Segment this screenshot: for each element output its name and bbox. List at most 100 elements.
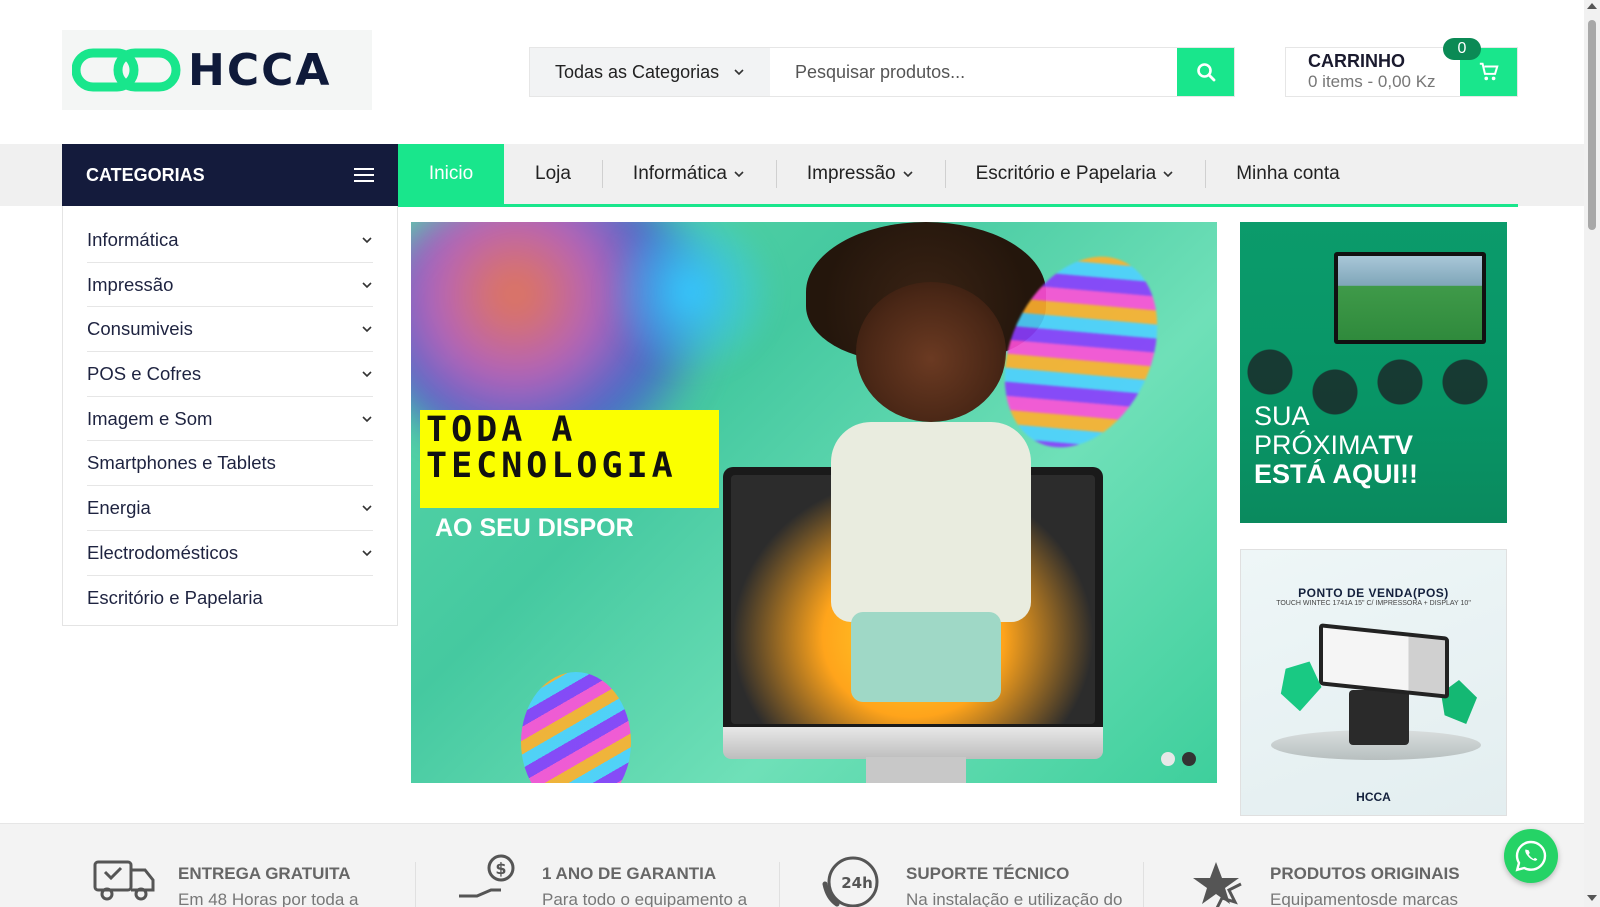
feature-divider: [415, 862, 416, 907]
feature-divider: [779, 862, 780, 907]
chevron-down-icon: [903, 171, 913, 178]
sidebar-item-label: Imagem e Som: [87, 407, 213, 429]
sidebar-item-label: Electrodomésticos: [87, 541, 239, 563]
logo-mark-icon: [72, 48, 181, 92]
promo-tv-line3: ESTÁ AQUI!!: [1254, 459, 1418, 489]
pos-terminal-screen: [1319, 623, 1449, 699]
nav-item-label: Minha conta: [1236, 163, 1340, 184]
feature-title: SUPORTE TÉCNICO: [906, 864, 1070, 883]
feature-title: 1 ANO DE GARANTIA: [542, 864, 717, 883]
nav-item-informatica[interactable]: Informática: [601, 144, 776, 204]
hamburger-icon: [354, 168, 374, 182]
sidebar-item-label: Energia: [87, 496, 151, 518]
promo-tv-line2: PRÓXIMATV: [1254, 430, 1414, 460]
cart-count-badge: 0: [1443, 38, 1481, 60]
sidebar-item-consumiveis[interactable]: Consumiveis: [87, 307, 373, 353]
sidebar-item-smartphones[interactable]: Smartphones e Tablets: [87, 441, 373, 487]
banner-monitor-chin: [723, 727, 1103, 759]
svg-text:24h: 24h: [841, 874, 873, 892]
nav-item-label: Escritório e Papelaria: [975, 163, 1157, 184]
site-logo[interactable]: HCCA: [62, 30, 372, 110]
promo-pos-title: PONTO DE VENDA(POS): [1298, 586, 1449, 600]
site-header: HCCA Todas as Categorias CARRINHO 0 item…: [0, 0, 1584, 142]
banner-child-image: [831, 422, 1031, 622]
promo-tv-image: [1334, 252, 1486, 344]
sidebar-item-impressao[interactable]: Impressão: [87, 263, 373, 308]
sidebar-item-electrodomesticos[interactable]: Electrodomésticos: [87, 531, 373, 576]
scroll-down-arrow-icon[interactable]: [1587, 895, 1597, 901]
sidebar-item-label: POS e Cofres: [87, 362, 202, 384]
promo-pos-banner[interactable]: PONTO DE VENDA(POS) TOUCH WINTEC 1741A 1…: [1240, 549, 1507, 816]
promo-tv-banner[interactable]: SUA PRÓXIMATV ESTÁ AQUI!!: [1240, 222, 1507, 523]
pos-terminal-body: [1349, 690, 1409, 745]
promo-tv-line1: SUA: [1254, 401, 1310, 431]
sidebar-item-escritorio[interactable]: Escritório e Papelaria: [87, 576, 373, 621]
whatsapp-button[interactable]: [1504, 829, 1558, 883]
sidebar-item-imagem-som[interactable]: Imagem e Som: [87, 397, 373, 442]
main-menu: Inicio Loja Informática Impressão Escrit…: [398, 144, 1371, 206]
feature-desc: Equipamentosde marcas: [1270, 890, 1459, 907]
money-hand-icon: $: [459, 854, 515, 898]
banner-title-box: TODA A TECNOLOGIA: [420, 410, 719, 508]
cart-summary: 0 items - 0,00 Kz: [1308, 72, 1436, 91]
scrollbar-thumb[interactable]: [1588, 20, 1596, 230]
chevron-down-icon[interactable]: [361, 323, 373, 335]
support-24h-icon: 24h: [822, 856, 879, 907]
banner-monitor-stand: [866, 757, 966, 783]
banner-dot-2[interactable]: [1182, 752, 1196, 766]
banner-subtitle: AO SEU DISPOR: [435, 514, 634, 542]
banner-child-image: [851, 612, 1001, 702]
feature-title: ENTREGA GRATUITA: [178, 864, 351, 883]
nav-item-escritorio[interactable]: Escritório e Papelaria: [944, 144, 1206, 204]
sidebar-item-label: Impressão: [87, 273, 174, 295]
search-button[interactable]: [1177, 48, 1234, 96]
promo-pos-logo: HCCA: [1356, 790, 1391, 804]
sidebar-item-label: Consumiveis: [87, 318, 193, 340]
nav-item-label: Inicio: [428, 163, 474, 184]
nav-item-inicio[interactable]: Inicio: [398, 144, 504, 204]
feature-title: PRODUTOS ORIGINAIS: [1270, 864, 1460, 883]
nav-item-label: Impressão: [806, 163, 896, 184]
banner-swirl-decoration: [601, 222, 781, 372]
cart-title: CARRINHO: [1308, 51, 1405, 71]
cart-widget[interactable]: CARRINHO 0 items - 0,00 Kz: [1285, 47, 1518, 97]
features-strip: ENTREGA GRATUITA Em 48 Horas por toda a …: [0, 823, 1584, 907]
chevron-down-icon[interactable]: [361, 413, 373, 425]
sidebar-item-pos-cofres[interactable]: POS e Cofres: [87, 352, 373, 397]
search-category-select[interactable]: Todas as Categorias: [530, 48, 770, 96]
chevron-down-icon: [734, 171, 744, 178]
chevron-down-icon[interactable]: [361, 279, 373, 291]
chevron-down-icon[interactable]: [361, 368, 373, 380]
sidebar-item-energia[interactable]: Energia: [87, 486, 373, 531]
feature-desc: Para todo o equipamento a: [542, 890, 748, 907]
banner-title-line1: TODA A: [426, 410, 577, 450]
chevron-down-icon[interactable]: [361, 547, 373, 559]
logo-text: HCCA: [188, 44, 332, 96]
banner-title-line2: TECNOLOGIA: [426, 446, 677, 486]
chevron-down-icon[interactable]: [361, 234, 373, 246]
sidebar-item-label: Informática: [87, 228, 179, 250]
banner-coil-decoration: [521, 672, 631, 783]
nav-item-label: Loja: [535, 163, 571, 184]
category-sidebar: Informática Impressão Consumiveis POS e …: [62, 206, 398, 626]
banner-child-image: [856, 282, 1006, 422]
categories-header[interactable]: CATEGORIAS: [62, 144, 398, 206]
cart-icon: [1479, 62, 1499, 81]
search-input[interactable]: [770, 48, 1177, 96]
hero-banner[interactable]: TODA A TECNOLOGIA AO SEU DISPOR: [411, 222, 1217, 783]
nav-item-minha-conta[interactable]: Minha conta: [1205, 144, 1371, 204]
whatsapp-icon: [1515, 840, 1547, 872]
search-bar: Todas as Categorias: [529, 47, 1235, 97]
chevron-down-icon[interactable]: [361, 502, 373, 514]
promo-tv-text: SUA PRÓXIMATV ESTÁ AQUI!!: [1254, 402, 1418, 489]
scroll-up-arrow-icon[interactable]: [1587, 3, 1597, 9]
banner-dot-1[interactable]: [1161, 752, 1175, 766]
truck-icon: [93, 860, 155, 901]
search-icon: [1196, 63, 1215, 82]
nav-item-loja[interactable]: Loja: [504, 144, 602, 204]
page-scrollbar[interactable]: [1584, 0, 1600, 907]
star-icon: [1193, 862, 1242, 907]
nav-item-impressao[interactable]: Impressão: [775, 144, 945, 204]
sidebar-item-informatica[interactable]: Informática: [87, 218, 373, 263]
cart-info: CARRINHO 0 items - 0,00 Kz: [1286, 48, 1460, 96]
